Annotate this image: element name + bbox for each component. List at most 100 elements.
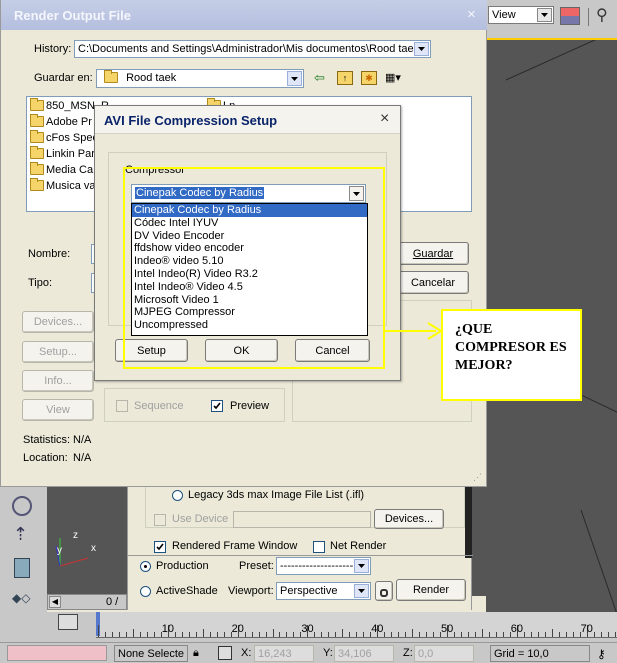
timeline-tick [104, 632, 106, 637]
timeline-tick [523, 632, 525, 637]
timeline-tick [488, 632, 490, 637]
timeline-tick [474, 632, 476, 637]
timeline-tick [419, 632, 421, 637]
render-output-titlebar[interactable]: Render Output File × [1, 0, 487, 30]
x-coord-field[interactable]: 16,243 [254, 645, 314, 662]
device-field[interactable] [233, 511, 371, 528]
timeline-tick [132, 629, 134, 637]
production-radio[interactable] [140, 561, 151, 572]
lock-viewport-button[interactable] [375, 581, 393, 601]
save-button[interactable]: Guardar [397, 242, 469, 265]
folder-name: Musica va [46, 180, 96, 192]
up-folder-icon[interactable]: ↑ [337, 71, 353, 85]
timeline-tick [453, 632, 455, 637]
render-scene-icon[interactable] [560, 7, 580, 25]
setup-button-render[interactable]: Setup... [22, 341, 94, 363]
activeshade-radio[interactable] [140, 586, 151, 597]
timeline-tick [286, 632, 288, 637]
avi-dialog-title: AVI File Compression Setup [104, 113, 278, 128]
render-setup-panel: Legacy 3ds max Image File List (.ifl) Us… [127, 480, 473, 610]
preset-value: -------------------- [280, 560, 354, 572]
selection-lock-icon[interactable]: 🔒︎ [193, 646, 205, 660]
view-dropdown[interactable]: View [488, 6, 554, 24]
timeline-tick-label: 20 [231, 623, 244, 635]
timeline-tick [98, 625, 99, 637]
timeline-tick [537, 632, 539, 637]
dark-scrollbar[interactable] [465, 480, 472, 558]
timeline-tick [293, 632, 295, 637]
annotation-highlight-box [123, 167, 385, 369]
bind-space-warp-icon[interactable] [12, 496, 32, 516]
time-slider[interactable]: ◀ 0 / [47, 594, 127, 610]
timeline-tick-label: 60 [510, 623, 524, 635]
devices-button-setup[interactable]: Devices... [374, 509, 444, 529]
z-coord-field[interactable]: 0,0 [414, 645, 474, 662]
y-coord-label: Y: [323, 647, 333, 659]
use-device-checkbox[interactable] [154, 514, 166, 526]
grid-status-text: Grid = 10,0 [494, 648, 549, 660]
lock-icon [380, 588, 388, 597]
select-move-icon[interactable] [14, 558, 30, 578]
timeline-tick [174, 632, 176, 637]
folder-name: Media Ca [46, 164, 94, 176]
sequence-checkbox[interactable] [116, 400, 128, 412]
avi-close-icon[interactable]: × [380, 110, 389, 128]
back-arrow-icon[interactable]: ⇦ [314, 70, 330, 86]
y-coord-field[interactable]: 34,106 [334, 645, 394, 662]
production-label: Production [156, 560, 209, 572]
net-render-checkbox[interactable] [313, 541, 325, 553]
location-label: Location: [23, 452, 68, 464]
view-button[interactable]: View [22, 399, 94, 421]
folder-icon [30, 178, 44, 191]
axis-z-label: z [73, 530, 78, 541]
history-dropdown[interactable]: C:\Documents and Settings\Administrador\… [74, 40, 431, 58]
close-icon[interactable]: × [467, 6, 476, 23]
rendered-frame-window-checkbox[interactable] [154, 541, 166, 553]
resize-grip-icon[interactable]: ⋰ [473, 471, 485, 483]
folder-icon [30, 98, 44, 111]
prompt-key-icon[interactable]: ⚷ [597, 648, 617, 660]
preset-dropdown[interactable]: -------------------- [276, 557, 371, 575]
x-coord-label: X: [241, 647, 252, 659]
walk-through-icon[interactable]: ⚲ [596, 6, 614, 26]
select-rotate-icon[interactable]: ◆◇ [12, 591, 34, 605]
use-device-label: Use Device [172, 513, 229, 525]
timeline-tick [551, 629, 553, 637]
name-label: Nombre: [28, 248, 71, 260]
history-label: History: [34, 43, 72, 55]
time-slider-left-arrow[interactable]: ◀ [49, 596, 61, 608]
avi-dialog-titlebar[interactable]: AVI File Compression Setup × [95, 106, 400, 134]
timeline-tick [125, 632, 127, 637]
viewport-dropdown[interactable]: Perspective [276, 582, 371, 600]
folder-icon [30, 162, 44, 175]
history-value: C:\Documents and Settings\Administrador\… [78, 43, 420, 55]
folder-name: Linkin Par [46, 148, 95, 160]
cancel-button-render[interactable]: Cancelar [397, 271, 469, 294]
time-slider-counter: 0 / [106, 596, 119, 608]
preview-checkbox[interactable] [211, 400, 223, 412]
maxscript-listener[interactable] [7, 645, 107, 661]
info-button[interactable]: Info... [22, 370, 94, 392]
timeline-tick [118, 632, 120, 637]
timeline-tick [433, 632, 435, 637]
track-bar[interactable]: 10 20 30 40 50 60 70 [0, 612, 617, 642]
timeline-tick [412, 629, 414, 637]
save-in-dropdown[interactable]: Rood taek [96, 69, 304, 88]
max-toolbar-top: View ⚲ [486, 0, 617, 38]
statistics-label: Statistics: [23, 434, 71, 446]
open-mini-curve-editor-icon[interactable] [58, 614, 78, 630]
timeline-tick [223, 632, 225, 637]
devices-button[interactable]: Devices... [22, 311, 94, 333]
absolute-mode-icon[interactable] [218, 646, 232, 660]
timeline-tick [328, 632, 330, 637]
render-button[interactable]: Render [396, 579, 466, 601]
timeline-tick-label: 50 [441, 623, 454, 635]
timeline-ruler[interactable]: 10 20 30 40 50 60 70 [96, 612, 617, 638]
view-menu-icon[interactable]: ▦▾ [385, 71, 409, 85]
timeline-tick [258, 632, 260, 637]
folder-icon [30, 114, 44, 127]
annotation-arrow [384, 322, 443, 340]
timeline-tick [335, 632, 337, 637]
select-object-icon[interactable]: ⇡ [13, 524, 31, 546]
new-folder-icon[interactable]: ✱ [361, 71, 377, 85]
